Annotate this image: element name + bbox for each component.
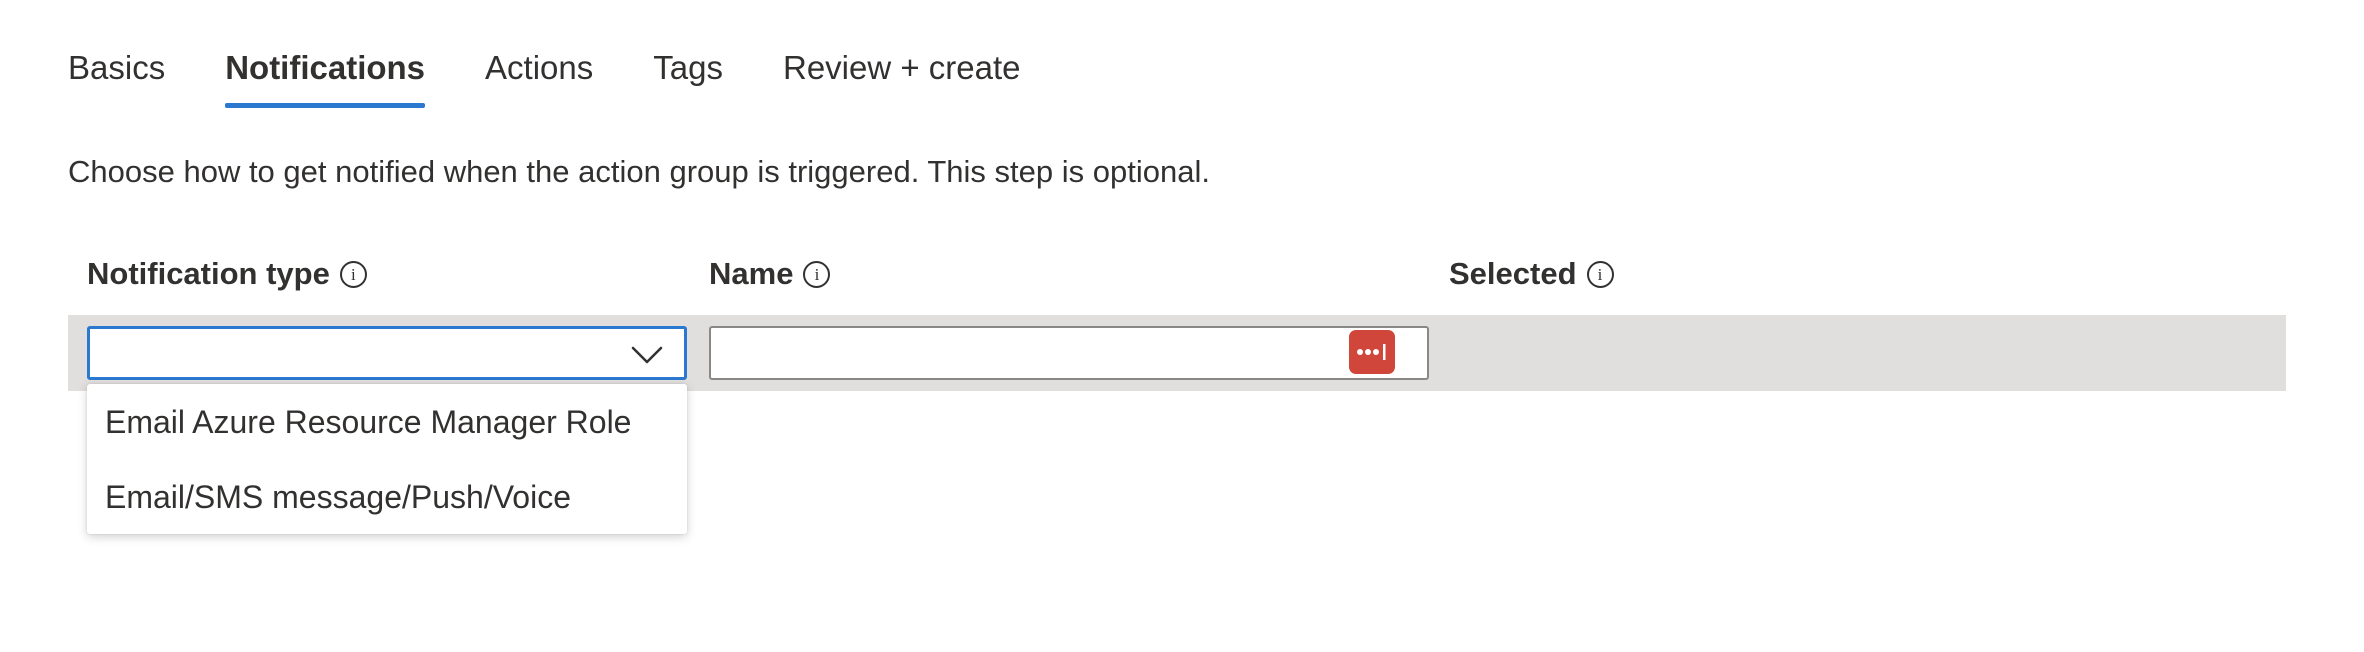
column-header-selected: Selected i xyxy=(1449,252,1614,296)
chevron-down-icon xyxy=(631,346,663,364)
option-email-sms-push-voice[interactable]: Email/SMS message/Push/Voice xyxy=(87,460,687,534)
name-input[interactable] xyxy=(709,326,1429,380)
tab-basics[interactable]: Basics xyxy=(68,44,165,108)
column-header-notification-type: Notification type i xyxy=(87,252,367,296)
column-header-label: Name xyxy=(709,256,794,291)
tab-actions[interactable]: Actions xyxy=(485,44,593,108)
notification-type-dropdown[interactable] xyxy=(87,326,687,380)
tab-notifications[interactable]: Notifications xyxy=(225,44,425,108)
ellipsis-icon xyxy=(1357,344,1386,360)
tab-tags[interactable]: Tags xyxy=(653,44,723,108)
password-manager-icon[interactable] xyxy=(1349,330,1395,374)
page-description: Choose how to get notified when the acti… xyxy=(68,154,1210,189)
option-email-arm-role[interactable]: Email Azure Resource Manager Role xyxy=(87,384,687,460)
wizard-tabs: Basics Notifications Actions Tags Review… xyxy=(68,44,1021,108)
column-header-label: Selected xyxy=(1449,256,1577,291)
column-header-label: Notification type xyxy=(87,256,330,291)
column-header-name: Name i xyxy=(709,252,831,296)
info-icon[interactable]: i xyxy=(339,260,367,288)
info-icon[interactable]: i xyxy=(803,260,831,288)
notification-type-options: Email Azure Resource Manager Role Email/… xyxy=(87,384,687,534)
action-group-notifications-page: Basics Notifications Actions Tags Review… xyxy=(0,0,2364,652)
info-icon[interactable]: i xyxy=(1586,260,1614,288)
tab-review-create[interactable]: Review + create xyxy=(783,44,1021,108)
